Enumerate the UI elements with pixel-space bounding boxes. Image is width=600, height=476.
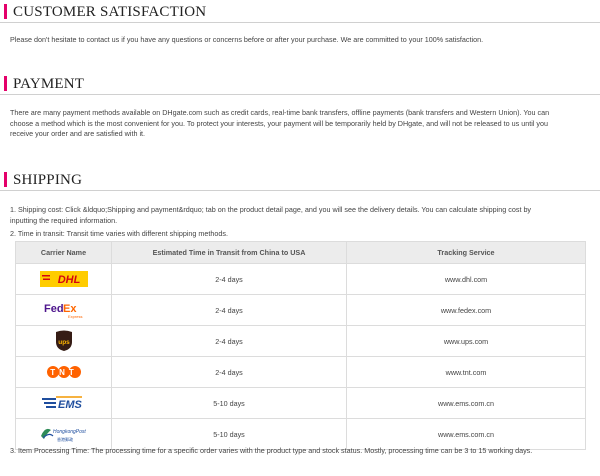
- carrier-cell: ups: [15, 325, 112, 357]
- transit-time: 2-4 days: [111, 294, 347, 326]
- column-header: Estimated Time in Transit from China to …: [111, 241, 347, 264]
- section-title: SHIPPING: [13, 172, 83, 188]
- section-divider: [0, 94, 600, 95]
- section-divider: [0, 190, 600, 191]
- hongkong-post-logo-icon: HongkongPost 香港郵政: [40, 428, 86, 442]
- shipping-item-1: 1. Shipping cost: Click &ldquo;Shipping …: [10, 205, 532, 225]
- shipping-item-3: 3. Item Processing Time: The processing …: [10, 446, 533, 455]
- svg-text:HongkongPost: HongkongPost: [53, 429, 86, 435]
- ups-logo-icon: ups: [55, 330, 72, 351]
- carrier-cell: TNT: [15, 356, 112, 388]
- tracking-link[interactable]: www.ups.com: [346, 325, 586, 357]
- section-accent-bar: [4, 76, 7, 91]
- section-title: PAYMENT: [13, 76, 85, 92]
- fedex-logo-icon: Fed Ex Express: [44, 303, 82, 319]
- section-divider: [0, 22, 600, 23]
- section-title: CUSTOMER SATISFACTION: [13, 4, 207, 20]
- tracking-link[interactable]: www.ems.com.cn: [346, 418, 586, 450]
- svg-text:DHL: DHL: [57, 274, 80, 286]
- table-row: Fed Ex Express 2-4 days www.fedex.com: [15, 294, 586, 326]
- carrier-cell: EMS: [15, 387, 112, 419]
- payment-header: PAYMENT: [0, 74, 600, 94]
- tracking-link[interactable]: www.fedex.com: [346, 294, 586, 326]
- column-header: Carrier Name: [15, 241, 112, 264]
- transit-time: 2-4 days: [111, 356, 347, 388]
- ems-logo-icon: EMS: [41, 396, 83, 411]
- carrier-cell: Fed Ex Express: [15, 294, 112, 326]
- carrier-table: Carrier Name Estimated Time in Transit f…: [15, 241, 586, 450]
- shipping-header: SHIPPING: [0, 170, 600, 190]
- tnt-logo-icon: TNT: [46, 366, 81, 378]
- table-row: ups 2-4 days www.ups.com: [15, 325, 586, 357]
- customer-satisfaction-text: Please don't hesitate to contact us if y…: [10, 35, 484, 44]
- shipping-item-2: 2. Time in transit: Transit time varies …: [10, 229, 228, 238]
- payment-text: There are many payment methods available…: [10, 108, 550, 138]
- table-row: DHL 2-4 days www.dhl.com: [15, 263, 586, 295]
- transit-time: 2-4 days: [111, 263, 347, 295]
- table-header-row: Carrier Name Estimated Time in Transit f…: [15, 241, 586, 264]
- table-row: HongkongPost 香港郵政 5-10 days www.ems.com.…: [15, 418, 586, 450]
- svg-text:Fed: Fed: [44, 303, 64, 315]
- column-header: Tracking Service: [346, 241, 586, 264]
- dhl-logo-icon: DHL: [39, 271, 88, 287]
- carrier-cell: DHL: [15, 263, 112, 295]
- table-row: TNT 2-4 days www.tnt.com: [15, 356, 586, 388]
- tracking-link[interactable]: www.ems.com.cn: [346, 387, 586, 419]
- svg-text:Express: Express: [68, 314, 82, 319]
- transit-time: 2-4 days: [111, 325, 347, 357]
- svg-text:TNT: TNT: [50, 368, 78, 377]
- customer-satisfaction-header: CUSTOMER SATISFACTION: [0, 2, 600, 22]
- section-accent-bar: [4, 4, 7, 19]
- transit-time: 5-10 days: [111, 418, 347, 450]
- table-row: EMS 5-10 days www.ems.com.cn: [15, 387, 586, 419]
- tracking-link[interactable]: www.tnt.com: [346, 356, 586, 388]
- transit-time: 5-10 days: [111, 387, 347, 419]
- section-accent-bar: [4, 172, 7, 187]
- tracking-link[interactable]: www.dhl.com: [346, 263, 586, 295]
- svg-text:ups: ups: [58, 339, 70, 346]
- svg-text:EMS: EMS: [58, 399, 83, 411]
- carrier-cell: HongkongPost 香港郵政: [15, 418, 112, 450]
- svg-text:香港郵政: 香港郵政: [57, 436, 73, 442]
